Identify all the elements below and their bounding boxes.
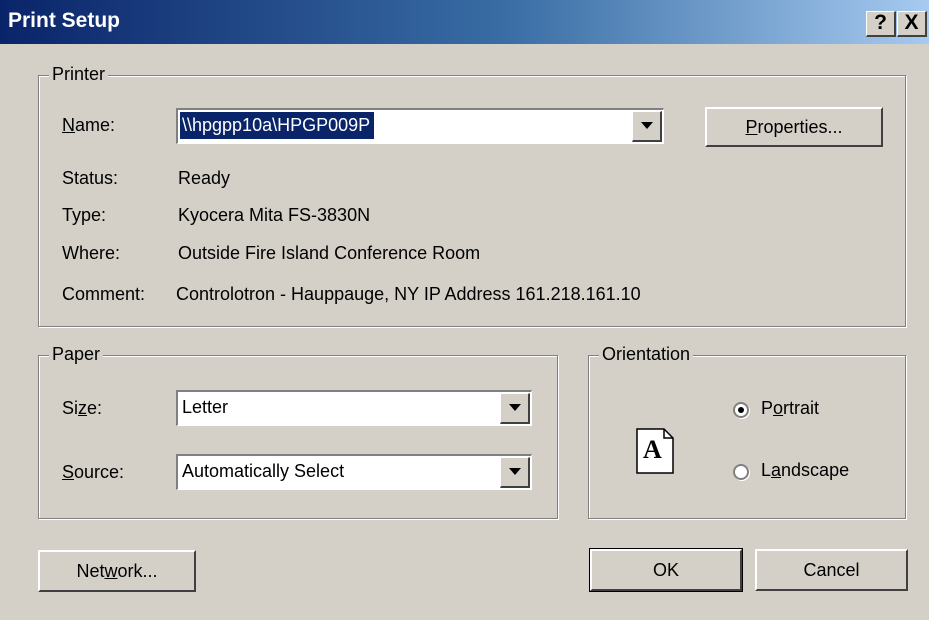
landscape-label[interactable]: Landscape bbox=[761, 460, 849, 481]
cancel-button[interactable]: Cancel bbox=[755, 549, 908, 591]
where-label: Where: bbox=[62, 243, 121, 263]
title-bar: Print Setup ? X bbox=[0, 0, 929, 44]
status-label: Status: bbox=[62, 168, 119, 188]
where-value: Outside Fire Island Conference Room bbox=[178, 243, 481, 263]
properties-button[interactable]: Properties... bbox=[705, 107, 883, 147]
paper-size-select[interactable]: Letter bbox=[176, 390, 532, 426]
landscape-radio[interactable] bbox=[733, 464, 749, 480]
printer-dropdown-arrow-icon[interactable] bbox=[632, 111, 662, 142]
type-value: Kyocera Mita FS-3830N bbox=[178, 205, 371, 225]
paper-size-value: Letter bbox=[182, 397, 229, 417]
network-button[interactable]: Network... bbox=[38, 550, 196, 592]
close-button[interactable]: X bbox=[897, 11, 927, 37]
paper-source-select[interactable]: Automatically Select bbox=[176, 454, 532, 490]
paper-group: Paper bbox=[38, 344, 558, 519]
portrait-radio-dot bbox=[738, 407, 744, 413]
paper-source-value: Automatically Select bbox=[182, 461, 345, 481]
printer-name-select[interactable]: \\hpgpp10a\HPGP009P bbox=[176, 108, 664, 144]
source-dropdown-arrow-icon[interactable] bbox=[500, 457, 530, 488]
size-dropdown-arrow-icon[interactable] bbox=[500, 393, 530, 424]
help-button[interactable]: ? bbox=[866, 11, 896, 37]
size-label: Size: bbox=[62, 398, 103, 418]
comment-value: Controlotron - Hauppauge, NY IP Address … bbox=[176, 284, 641, 304]
portrait-label[interactable]: Portrait bbox=[761, 398, 819, 419]
paper-group-label: Paper bbox=[49, 344, 104, 365]
page-icon-letter: A bbox=[643, 435, 662, 464]
window-title: Print Setup bbox=[8, 9, 121, 32]
status-value: Ready bbox=[178, 168, 231, 188]
printer-group-label: Printer bbox=[49, 64, 109, 85]
source-label: Source: bbox=[62, 462, 125, 482]
printer-name-value: \\hpgpp10a\HPGP009P bbox=[180, 112, 375, 139]
page-orientation-icon: A bbox=[636, 428, 674, 474]
orientation-group-label: Orientation bbox=[599, 344, 694, 365]
name-label: Name: bbox=[62, 115, 116, 135]
type-label: Type: bbox=[62, 205, 107, 225]
portrait-radio[interactable] bbox=[733, 402, 749, 418]
comment-label: Comment: bbox=[62, 284, 146, 304]
ok-button[interactable]: OK bbox=[589, 548, 743, 592]
